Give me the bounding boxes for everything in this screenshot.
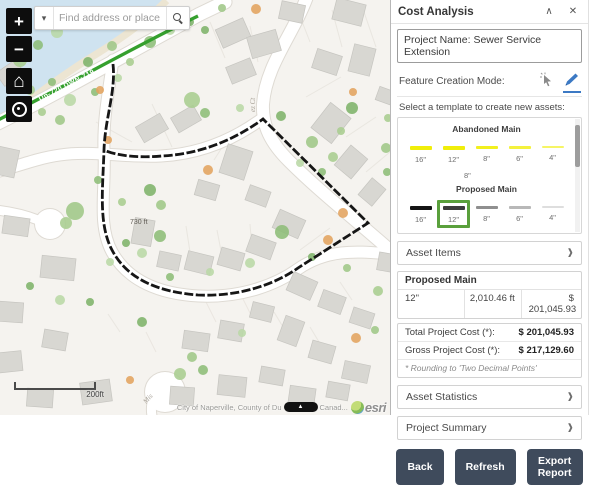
basemap-svg: Up-720 DWN-719730 ftez CtMis [0,0,390,415]
magic-cursor-icon [539,72,555,87]
esri-globe-icon [351,401,364,414]
scalebar-label: 200ft [86,390,104,399]
attribution-toggle[interactable]: ▲ [284,402,318,412]
project-name-label: Project Name: Sewer Service Extension [404,34,541,58]
total-cost-value: $ 201,045.93 [519,327,574,338]
draw-mode-button[interactable] [564,72,580,90]
asset-length: 2,010.46 ft [464,290,521,318]
template-prompt: Select a template to create new assets: [399,102,580,113]
back-button[interactable]: Back [396,449,443,485]
asset-statistics-label: Asset Statistics [406,391,568,403]
template-item-selected-12in[interactable]: 12" [437,200,470,228]
zoom-out-button[interactable]: − [6,36,32,62]
esri-logo: esri [351,400,386,415]
gross-cost-row: Gross Project Cost (*): $ 217,129.60 [398,342,581,360]
template-picker: Abandoned Main 16" 12" 8" 6" 4" 8" Propo… [397,117,582,234]
template-item-overflow[interactable]: 8" [402,169,571,181]
chevron-right-icon: › [568,390,573,404]
zoom-in-button[interactable]: + [6,8,32,34]
asset-items-label: Asset Items [406,247,568,259]
search-input[interactable] [54,7,166,29]
panel-title: Cost Analysis [398,6,533,18]
search-box[interactable]: ▾ [34,6,190,30]
locate-icon [12,102,27,117]
abandoned-main-row: 16" 12" 8" 6" 4" [402,140,571,168]
project-summary-label: Project Summary [406,422,568,434]
template-scrollbar[interactable] [575,119,580,232]
scalebar-tick [14,382,16,390]
gross-cost-label: Gross Project Cost (*): [405,345,519,356]
total-cost-row: Total Project Cost (*): $ 201,045.93 [398,324,581,342]
home-icon: ⌂ [13,72,24,91]
proposed-main-table: Proposed Main 12" 2,010.46 ft $ 201,045.… [397,271,582,319]
panel-frame: Cost Analysis ∧ ✕ Project Name: Sewer Se… [391,0,589,415]
map-label: 730 ft [130,219,148,226]
template-scrollbar-thumb[interactable] [575,125,580,167]
export-report-button[interactable]: Export Report [527,449,583,485]
template-item[interactable]: 6" [503,200,536,228]
group-title-abandoned-main: Abandoned Main [402,124,571,134]
asset-statistics-section[interactable]: Asset Statistics › [397,385,582,409]
scalebar-tick [94,382,96,390]
template-item[interactable]: 16" [404,140,437,168]
refresh-button[interactable]: Refresh [455,449,516,485]
result-group-title: Proposed Main [398,272,581,290]
panel-header: Cost Analysis ∧ ✕ [391,0,588,24]
template-item[interactable]: 4" [536,140,569,168]
locate-button[interactable] [6,96,32,122]
close-icon[interactable]: ✕ [565,6,581,17]
search-source-dropdown[interactable]: ▾ [35,7,54,29]
chevron-right-icon: › [568,246,573,260]
scalebar-line [14,388,96,390]
template-item[interactable]: 6" [503,140,536,168]
template-item[interactable]: 8" [470,200,503,228]
template-item[interactable]: 4" [536,200,569,228]
results-area: Proposed Main 12" 2,010.46 ft $ 201,045.… [397,271,582,378]
totals-table: Total Project Cost (*): $ 201,045.93 Gro… [397,323,582,378]
proposed-main-row: 16" 12" 8" 6" 4" [402,200,571,228]
total-cost-label: Total Project Cost (*): [405,327,519,338]
search-button[interactable] [166,7,189,29]
smart-mode-button[interactable] [539,72,555,90]
asset-cost: $ 201,045.93 [521,290,581,318]
gross-cost-value: $ 217,129.60 [519,345,574,356]
chevron-right-icon: › [568,421,573,435]
pencil-icon [564,72,580,87]
asset-items-section[interactable]: Asset Items › [397,241,582,265]
scalebar: 200ft [14,381,96,397]
template-item[interactable]: 12" [437,140,470,168]
cost-analysis-panel: Cost Analysis ∧ ✕ Project Name: Sewer Se… [390,0,600,415]
rounding-note: * Rounding to 'Two Decimal Points' [398,360,581,377]
project-summary-section[interactable]: Project Summary › [397,416,582,440]
template-item[interactable]: 16" [404,200,437,228]
map-label: ez Ct [249,97,257,112]
home-button[interactable]: ⌂ [6,68,32,94]
attribution-text-2: Canad... [320,403,348,412]
project-name-box: Project Name: Sewer Service Extension [397,29,582,63]
panel-body: Project Name: Sewer Service Extension Fe… [391,23,588,415]
map-canvas[interactable]: Up-720 DWN-719730 ftez CtMis + − ⌂ ▾ 200… [0,0,390,415]
attribution-bar: City of Naperville, County of Du ▲ Canad… [0,400,390,414]
table-row: 12" 2,010.46 ft $ 201,045.93 [398,290,581,318]
plus-icon: + [14,13,24,30]
button-row: Back Refresh Export Report [397,449,582,485]
search-icon [173,13,183,23]
esri-wordmark: esri [365,400,386,415]
asset-size: 12" [398,290,464,318]
template-item[interactable]: 8" [470,140,503,168]
minus-icon: − [14,41,24,58]
group-title-proposed-main: Proposed Main [402,184,571,194]
chevron-down-icon: ▾ [42,13,47,24]
feature-creation-mode-row: Feature Creation Mode: [397,68,582,97]
feature-creation-mode-label: Feature Creation Mode: [399,76,530,87]
collapse-icon[interactable]: ∧ [541,6,557,17]
group-title-proposed-valves: Proposed Valves [402,231,571,234]
attribution-text: City of Naperville, County of Du [177,403,282,412]
